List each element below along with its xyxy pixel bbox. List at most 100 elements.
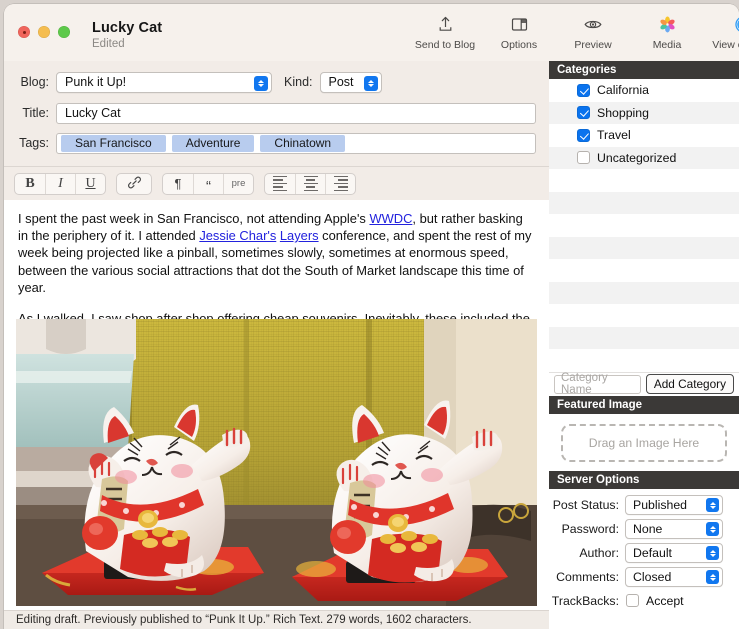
chevron-updown-icon[interactable] — [254, 75, 268, 91]
tag-pill[interactable]: Adventure — [171, 134, 255, 152]
blog-select[interactable]: Punk it Up! — [56, 71, 272, 93]
author-row: Author: Default — [549, 541, 739, 565]
comments-select[interactable]: Closed — [625, 566, 723, 587]
comments-row: Comments: Closed — [549, 565, 739, 589]
align-right-icon — [333, 175, 348, 192]
category-row-uncategorized[interactable]: Uncategorized — [549, 146, 739, 169]
password-value: None — [633, 521, 663, 536]
title-input-value: Lucky Cat — [65, 106, 121, 120]
title-bar: Lucky Cat Edited Send to Blog Options Pr… — [4, 4, 739, 61]
link-wwdc[interactable]: WWDC — [369, 211, 412, 226]
preformatted-button[interactable]: pre — [223, 173, 253, 194]
tags-field-row: Tags: San Francisco Adventure Chinatown — [4, 132, 549, 154]
chevron-updown-icon[interactable] — [706, 546, 719, 560]
trackbacks-checkbox[interactable] — [626, 594, 639, 607]
server-options-header: Server Options — [549, 470, 739, 489]
category-row-california[interactable]: California — [549, 79, 739, 102]
chevron-updown-icon[interactable] — [706, 522, 719, 536]
category-checkbox[interactable] — [577, 128, 590, 142]
toolbar: Send to Blog Options Preview Media View — [408, 13, 739, 51]
media-button[interactable]: Media — [630, 13, 704, 51]
align-right-button[interactable] — [325, 173, 355, 194]
password-label: Password: — [561, 521, 619, 536]
paragraph-button[interactable]: ¶ — [163, 174, 193, 194]
post-status-value: Published — [633, 497, 688, 512]
tags-label: Tags: — [19, 136, 49, 150]
author-value: Default — [633, 545, 672, 560]
dropzone-label: Drag an Image Here — [588, 435, 700, 450]
align-left-icon — [273, 175, 287, 192]
window-controls — [18, 26, 70, 38]
category-label: Uncategorized — [597, 150, 677, 165]
chevron-updown-icon[interactable] — [706, 498, 719, 512]
text-style-group: B I U — [14, 172, 106, 195]
underline-button[interactable]: U — [75, 173, 105, 194]
featured-image-dropzone[interactable]: Drag an Image Here — [561, 423, 727, 462]
category-row-empty — [549, 326, 739, 349]
photos-icon — [658, 13, 677, 36]
post-editor-window: Lucky Cat Edited Send to Blog Options Pr… — [4, 4, 739, 629]
author-label: Author: — [579, 545, 619, 560]
post-fields: Blog: Punk it Up! Kind: Post Title: Luck… — [4, 61, 549, 166]
featured-image-header-label: Featured Image — [557, 398, 642, 411]
link-layers[interactable]: Layers — [280, 228, 319, 243]
format-toolbar: B I U ¶ “ pre — [4, 166, 549, 200]
body-paragraph-1: I spent the past week in San Francisco, … — [4, 200, 549, 296]
alignment-group — [264, 172, 356, 195]
safari-icon — [734, 13, 739, 36]
trackbacks-label: TrackBacks: — [551, 593, 619, 608]
preview-button[interactable]: Preview — [556, 13, 630, 51]
category-row-empty — [549, 214, 739, 237]
options-button[interactable]: Options — [482, 13, 556, 51]
view-on-web-button[interactable]: View on Web — [704, 13, 739, 51]
italic-button[interactable]: I — [45, 173, 75, 194]
category-row-empty — [549, 281, 739, 304]
bold-button[interactable]: B — [15, 174, 45, 194]
add-category-row: Category Name Add Category — [549, 371, 739, 396]
post-body-editor[interactable]: I spent the past week in San Francisco, … — [4, 200, 549, 610]
kind-select[interactable]: Post — [319, 71, 382, 93]
category-checkbox[interactable] — [577, 151, 590, 165]
post-status-label: Post Status: — [552, 497, 619, 512]
inline-image-lucky-cats[interactable] — [16, 319, 537, 606]
post-status-select[interactable]: Published — [625, 494, 723, 515]
category-row-travel[interactable]: Travel — [549, 124, 739, 147]
category-row-empty — [549, 169, 739, 192]
document-edited-status: Edited — [92, 38, 125, 50]
blockquote-button[interactable]: “ — [193, 173, 223, 194]
minimize-button[interactable] — [38, 26, 50, 38]
chevron-updown-icon[interactable] — [363, 75, 378, 91]
toolbar-item-label: Send to Blog — [414, 39, 476, 51]
password-select[interactable]: None — [625, 518, 723, 539]
send-to-blog-button[interactable]: Send to Blog — [408, 13, 482, 51]
align-left-button[interactable] — [265, 174, 295, 194]
tags-input[interactable]: San Francisco Adventure Chinatown — [56, 132, 536, 154]
close-button[interactable] — [18, 26, 30, 38]
lucky-cats-photo — [16, 319, 537, 606]
tag-pill[interactable]: San Francisco — [61, 134, 166, 152]
comments-label: Comments: — [556, 569, 619, 584]
panel-icon — [510, 13, 529, 36]
category-name-input[interactable]: Category Name — [554, 372, 641, 396]
link-jessie-char[interactable]: Jessie Char's — [199, 228, 276, 243]
category-checkbox[interactable] — [577, 106, 590, 120]
author-select[interactable]: Default — [625, 542, 723, 563]
title-field-row: Title: Lucky Cat — [4, 102, 549, 124]
tag-pill[interactable]: Chinatown — [260, 134, 346, 152]
status-bar: Editing draft. Previously published to “… — [4, 610, 549, 629]
zoom-button[interactable] — [58, 26, 70, 38]
link-button[interactable] — [117, 174, 151, 194]
title-input[interactable]: Lucky Cat — [56, 102, 536, 124]
category-row-shopping[interactable]: Shopping — [549, 101, 739, 124]
comments-value: Closed — [633, 569, 672, 584]
add-category-button[interactable]: Add Category — [645, 374, 734, 394]
category-checkbox[interactable] — [577, 83, 590, 97]
category-name-placeholder: Category Name — [561, 372, 608, 396]
chevron-updown-icon[interactable] — [706, 570, 719, 584]
status-text: Editing draft. Previously published to “… — [16, 614, 472, 626]
align-center-button[interactable] — [295, 173, 325, 194]
kind-select-value: Post — [328, 75, 354, 89]
eye-icon — [583, 13, 603, 36]
kind-label: Kind: — [284, 75, 313, 89]
toolbar-item-label: Preview — [574, 39, 612, 51]
